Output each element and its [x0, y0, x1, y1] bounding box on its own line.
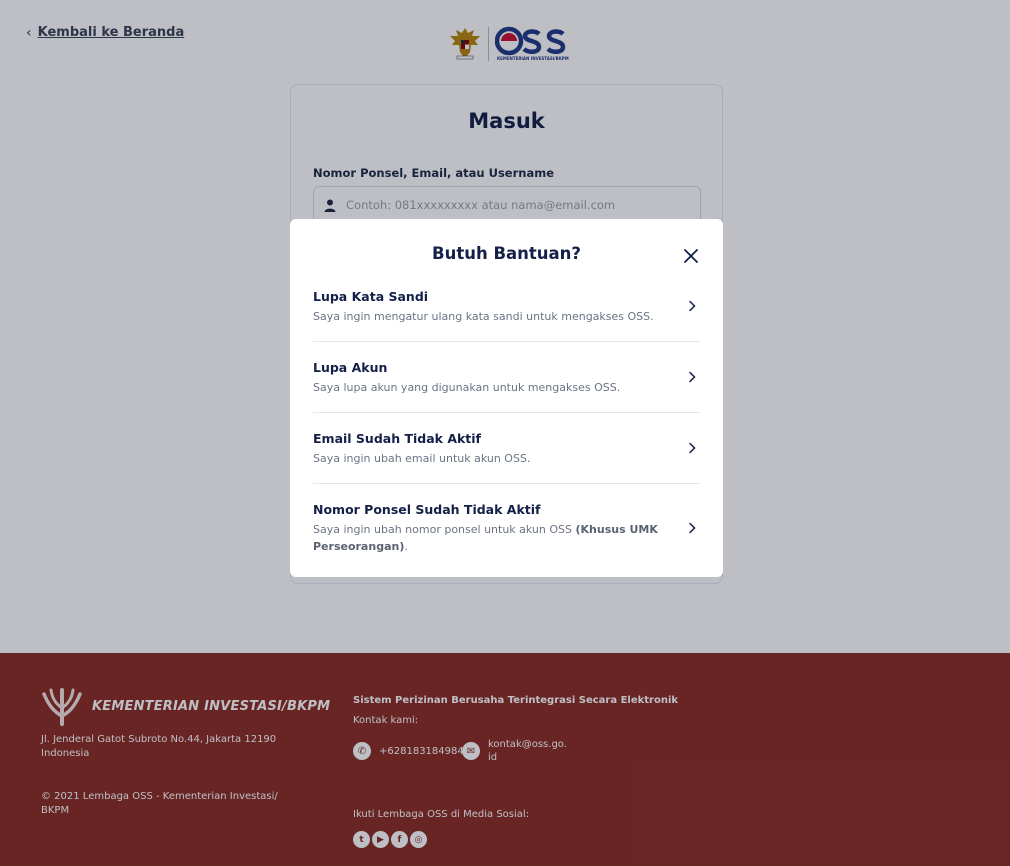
- help-item-email-inactive[interactable]: Email Sudah Tidak Aktif Saya ingin ubah …: [313, 431, 700, 484]
- help-item-desc-suffix: .: [404, 540, 408, 553]
- close-icon[interactable]: [683, 248, 699, 264]
- chevron-right-icon: [689, 522, 696, 534]
- help-item-desc: Saya lupa akun yang digunakan untuk meng…: [313, 381, 621, 394]
- help-item-phone-inactive[interactable]: Nomor Ponsel Sudah Tidak Aktif Saya ingi…: [313, 502, 700, 562]
- help-item-desc-text: Saya ingin ubah nomor ponsel untuk akun …: [313, 523, 576, 536]
- help-item-forgot-account[interactable]: Lupa Akun Saya lupa akun yang digunakan …: [313, 360, 700, 413]
- help-item-title: Lupa Akun: [313, 360, 388, 375]
- help-item-title: Lupa Kata Sandi: [313, 289, 429, 304]
- chevron-right-icon: [689, 442, 696, 454]
- help-item-title: Email Sudah Tidak Aktif: [313, 431, 481, 446]
- help-item-desc: Saya ingin ubah nomor ponsel untuk akun …: [313, 521, 668, 555]
- help-item-title: Nomor Ponsel Sudah Tidak Aktif: [313, 502, 541, 517]
- help-modal: Butuh Bantuan? Lupa Kata Sandi Saya ingi…: [290, 219, 723, 577]
- chevron-right-icon: [689, 371, 696, 383]
- chevron-right-icon: [689, 300, 696, 312]
- help-modal-title: Butuh Bantuan?: [432, 244, 581, 263]
- help-item-desc: Saya ingin mengatur ulang kata sandi unt…: [313, 310, 654, 323]
- help-item-forgot-password[interactable]: Lupa Kata Sandi Saya ingin mengatur ulan…: [313, 289, 700, 342]
- help-item-desc: Saya ingin ubah email untuk akun OSS.: [313, 452, 531, 465]
